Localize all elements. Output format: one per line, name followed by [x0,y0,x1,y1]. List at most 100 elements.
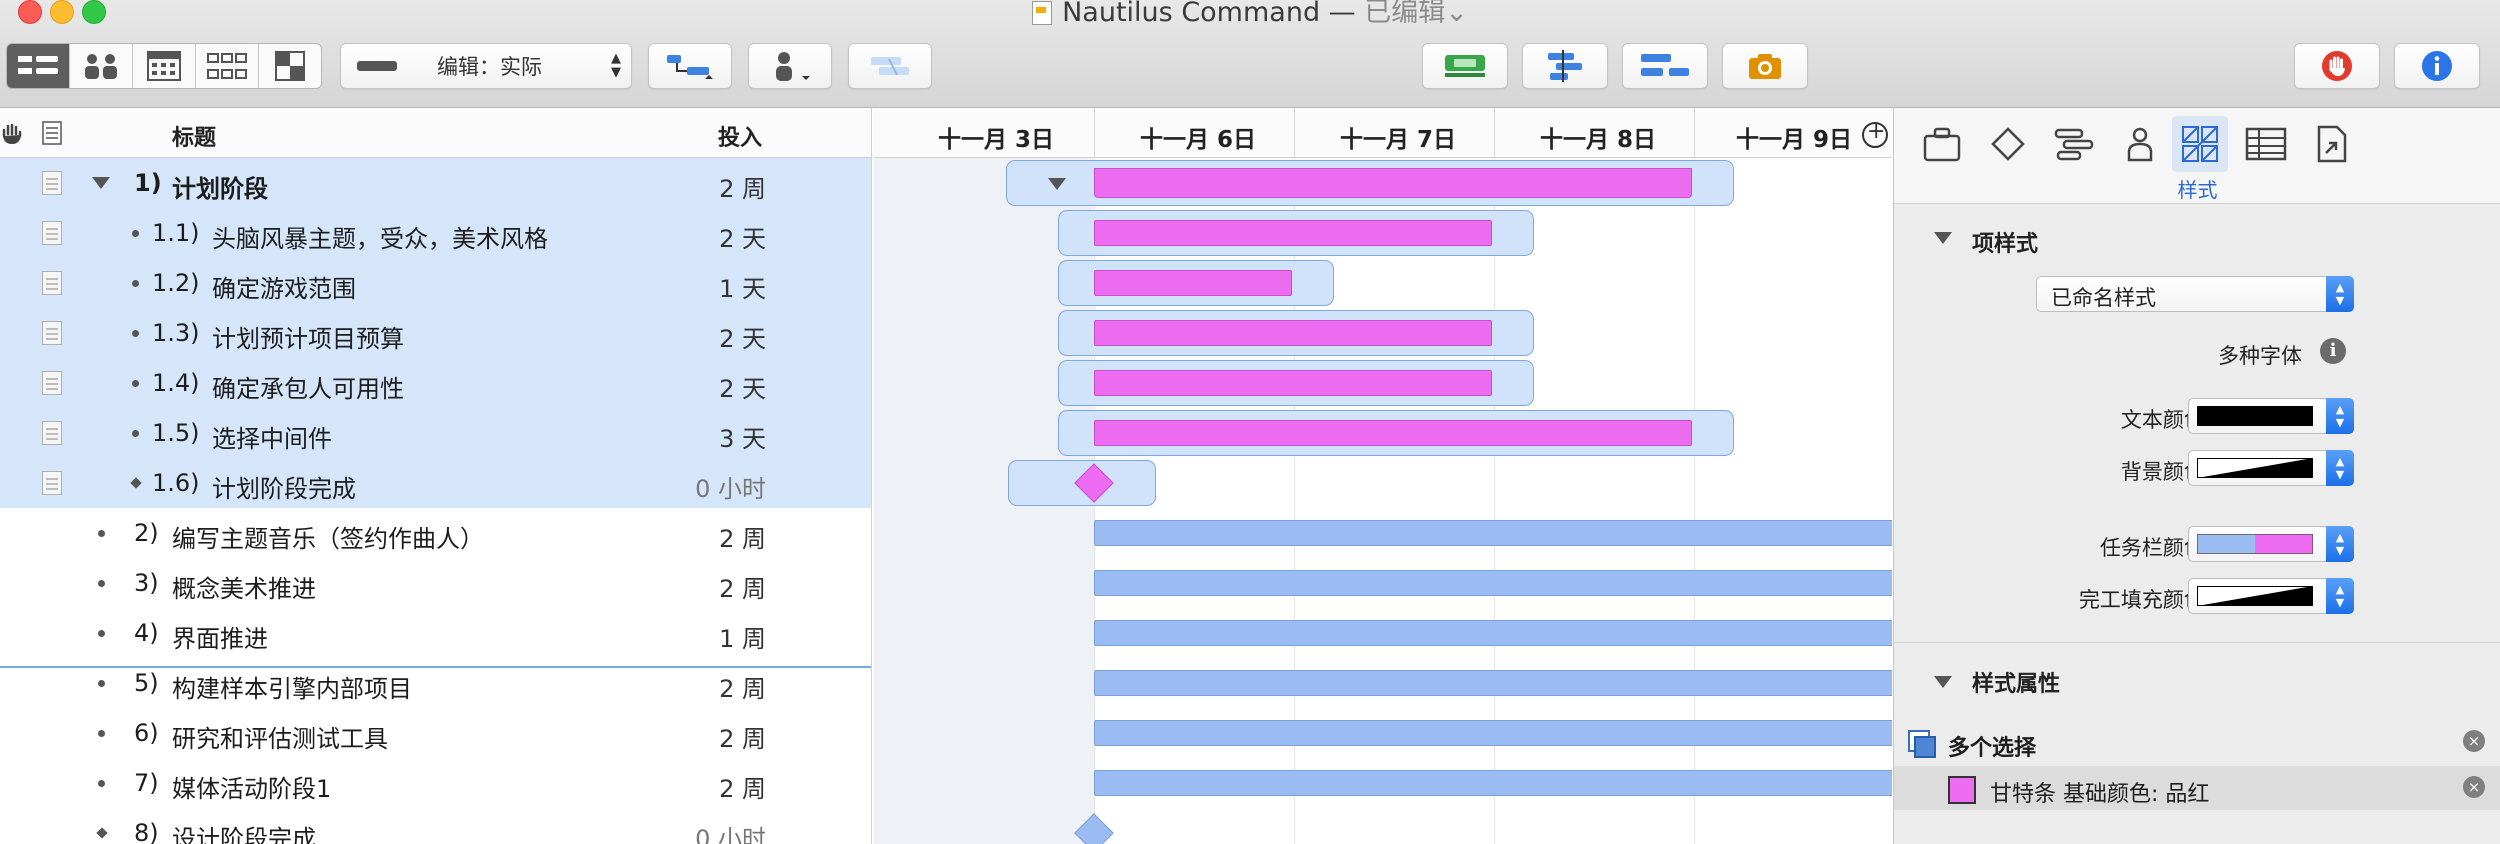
gantt-color-attribute-row[interactable]: 甘特条 基础颜色: 品红 × [1894,766,2500,810]
text-color-well[interactable]: ▲ ▼ [2188,398,2354,434]
outline-row[interactable]: 4) 界面推进 1 周 [0,608,871,658]
catch-up-button[interactable] [1522,43,1608,89]
gantt-task-bar[interactable] [1094,270,1292,296]
gantt-task-bar[interactable] [1094,320,1492,346]
gantt-task-bar[interactable] [1094,520,1892,546]
network-view-button[interactable] [196,44,259,88]
outline-row[interactable]: 1.2) 确定游戏范围 1 天 [0,258,871,308]
row-title[interactable]: 选择中间件 [212,419,332,454]
row-effort[interactable]: 2 周 [719,669,766,704]
row-effort[interactable]: 0 小时 [695,819,766,844]
assign-resource-button[interactable] [748,43,832,89]
note-icon[interactable] [42,421,62,445]
named-style-select[interactable]: 已命名样式 ▲ ▼ [2036,276,2354,312]
row-effort[interactable]: 2 周 [719,769,766,804]
connect-tasks-button[interactable] [648,43,732,89]
row-effort[interactable]: 3 天 [719,419,766,454]
row-effort[interactable]: 2 天 [719,369,766,404]
row-effort[interactable]: 2 周 [719,519,766,554]
row-effort[interactable]: 2 天 [719,319,766,354]
column-header-effort[interactable]: 投入 [718,120,762,152]
disclosure-triangle-icon[interactable] [1934,676,1952,688]
row-title[interactable]: 界面推进 [172,619,268,654]
row-title[interactable]: 构建样本引擎内部项目 [172,669,412,704]
styles-view-button[interactable] [259,44,321,88]
gantt-group-bar[interactable] [1094,168,1692,198]
outline-row[interactable]: 1) 计划阶段 2 周 [0,158,871,208]
row-effort[interactable]: 2 周 [719,719,766,754]
collapse-triangle-icon[interactable] [1048,178,1066,190]
font-info-icon[interactable]: i [2320,338,2346,364]
edit-mode-select[interactable]: 编辑：实际 ▲ ▼ [340,43,632,89]
row-title[interactable]: 计划阶段完成 [212,469,356,504]
calendar-view-button[interactable] [133,44,196,88]
reschedule-button[interactable] [1622,43,1708,89]
gantt-task-bar[interactable] [1094,420,1692,446]
gantt-task-bar[interactable] [1094,670,1892,696]
row-title[interactable]: 媒体活动阶段1 [172,769,331,804]
row-title[interactable]: 确定游戏范围 [212,269,356,304]
gantt-task-bar[interactable] [1094,370,1492,396]
row-effort[interactable]: 2 周 [719,169,766,204]
column-header-title[interactable]: 标题 [172,120,216,152]
snapshot-button[interactable] [1722,43,1808,89]
note-icon[interactable] [42,171,62,195]
outline-row[interactable]: 1.1) 头脑风暴主题，受众，美术风格 2 天 [0,208,871,258]
background-color-well[interactable]: ▲ ▼ [2188,450,2354,486]
disclosure-triangle-icon[interactable] [1934,232,1952,244]
note-icon[interactable] [42,271,62,295]
tab-task[interactable] [2046,116,2102,172]
outline-row[interactable]: 1.6) 计划阶段完成 0 小时 [0,458,871,508]
row-effort[interactable]: 2 周 [719,569,766,604]
gantt-task-bar[interactable] [1094,770,1892,796]
tab-project[interactable] [1914,116,1970,172]
note-icon[interactable] [42,371,62,395]
outline-row[interactable]: 7) 媒体活动阶段1 2 周 [0,758,871,808]
tab-milestone[interactable] [1980,116,2036,172]
zoom-in-icon[interactable] [1862,119,1888,148]
baseline-button[interactable] [848,43,932,89]
violations-button[interactable] [2294,43,2380,89]
row-title[interactable]: 编写主题音乐（签约作曲人） [172,519,484,554]
remove-attribute-icon[interactable]: × [2463,776,2485,798]
row-title[interactable]: 设计阶段完成 [172,819,316,844]
tab-document[interactable] [2304,116,2360,172]
row-title[interactable]: 概念美术推进 [172,569,316,604]
remove-style-icon[interactable]: × [2463,730,2485,752]
row-title[interactable]: 计划预计项目预算 [212,319,404,354]
chevron-down-icon[interactable]: ⌄ [1445,0,1468,28]
outline-row[interactable]: 8) 设计阶段完成 0 小时 [0,808,871,844]
note-icon[interactable] [42,221,62,245]
outline-row[interactable]: 1.3) 计划预计项目预算 2 天 [0,308,871,358]
tab-resource[interactable] [2112,116,2168,172]
note-icon[interactable] [42,471,62,495]
row-title[interactable]: 头脑风暴主题，受众，美术风格 [212,219,548,254]
completion-fill-color-well[interactable]: ▲ ▼ [2188,578,2354,614]
row-effort[interactable]: 0 小时 [695,469,766,504]
row-effort[interactable]: 2 天 [719,219,766,254]
row-effort[interactable]: 1 周 [719,619,766,654]
inspector-toggle-button[interactable] [2394,43,2480,89]
row-effort[interactable]: 1 天 [719,269,766,304]
edited-status[interactable]: 已编辑 [1364,0,1445,28]
level-resources-button[interactable] [1422,43,1508,89]
note-icon[interactable] [42,321,62,345]
multi-selection-row[interactable]: 多个选择 × [1894,720,2500,764]
disclosure-triangle-icon[interactable] [92,177,110,189]
tab-styles[interactable] [2172,116,2228,172]
row-title[interactable]: 确定承包人可用性 [212,369,404,404]
gantt-task-bar[interactable] [1094,570,1892,596]
outline-row[interactable]: 3) 概念美术推进 2 周 [0,558,871,608]
row-title[interactable]: 计划阶段 [172,169,268,204]
taskbar-color-well[interactable]: ▲ ▼ [2188,526,2354,562]
outline-row[interactable]: 2) 编写主题音乐（签约作曲人） 2 周 [0,508,871,558]
resource-view-button[interactable] [70,44,133,88]
outline-row[interactable]: 1.5) 选择中间件 3 天 [0,408,871,458]
gantt-task-bar[interactable] [1094,720,1892,746]
row-title[interactable]: 研究和评估测试工具 [172,719,388,754]
outline-row[interactable]: 1.4) 确定承包人可用性 2 天 [0,358,871,408]
gantt-task-bar[interactable] [1094,220,1492,246]
tab-table[interactable] [2238,116,2294,172]
gantt-task-bar[interactable] [1094,620,1892,646]
outline-row[interactable]: 6) 研究和评估测试工具 2 周 [0,708,871,758]
